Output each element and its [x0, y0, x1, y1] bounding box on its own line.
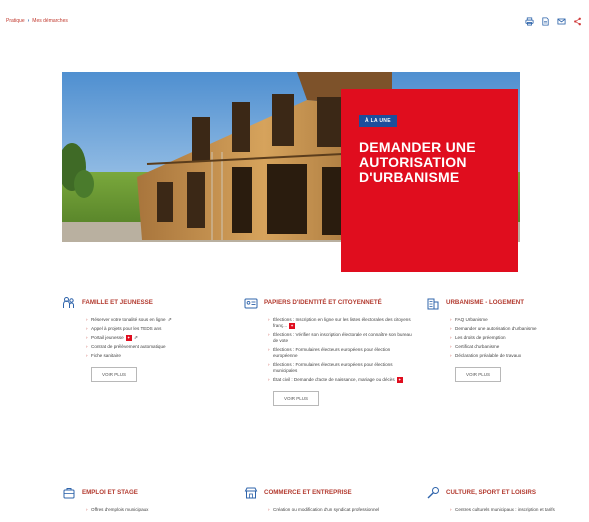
hero-card[interactable]: À LA UNE DEMANDER UNE AUTORISATION D'URB…: [341, 89, 518, 272]
id-card-icon: [244, 296, 258, 310]
new-badge-icon: ✦: [289, 323, 296, 329]
featured-banner[interactable]: À LA UNE DEMANDER UNE AUTORISATION D'URB…: [62, 72, 520, 272]
tile-culture-sport-loisirs: CULTURE, SPORT ET LOISIRS Centres cultur…: [426, 486, 586, 516]
tile-famille-jeunesse: FAMILLE ET JEUNESSE Réserver votre tonal…: [62, 296, 232, 383]
top-bar: Pratique › Mes démarches: [6, 15, 583, 27]
tile-emploi-stage: EMPLOI ET STAGE Offres d'emplois municip…: [62, 486, 232, 516]
mail-icon[interactable]: [556, 16, 567, 27]
breadcrumb-separator-icon: ›: [27, 18, 30, 24]
breadcrumb-home-link[interactable]: Pratique: [6, 18, 25, 24]
external-link-icon: ⇗: [167, 317, 172, 323]
tile-urbanisme-logement: URBANISME - LOGEMENT FAQ Urbanisme Deman…: [426, 296, 586, 382]
family-icon: [62, 296, 76, 310]
tile-link-list: FAQ Urbanisme Demander une autorisation …: [426, 317, 586, 359]
tile-link[interactable]: Appel à projets pour les TEDS ans: [86, 326, 232, 332]
tile-link-list: Offres d'emplois municipaux: [62, 507, 232, 513]
sport-icon: [426, 486, 440, 500]
building-icon: [426, 296, 440, 310]
tile-link[interactable]: Élections : Formulaires électeurs europé…: [268, 362, 414, 374]
tile-link[interactable]: Demander une autorisation d'urbanisme: [450, 326, 586, 332]
tile-link[interactable]: Élections : Vérifier son inscription éle…: [268, 332, 414, 344]
tile-link[interactable]: Contrat de prélèvement automatique: [86, 344, 232, 350]
tile-link[interactable]: Centres culturels municipaux : inscripti…: [450, 507, 586, 513]
print-icon[interactable]: [524, 16, 535, 27]
tile-title: PAPIERS D'IDENTITÉ ET CITOYENNETÉ: [264, 299, 382, 306]
tile-link[interactable]: Certificat d'urbanisme: [450, 344, 586, 350]
shop-icon: [244, 486, 258, 500]
briefcase-icon: [62, 486, 76, 500]
new-badge-icon: ✦: [396, 377, 403, 384]
tile-link[interactable]: État civil : Demande d'acte de naissance…: [268, 377, 414, 383]
tile-link[interactable]: Déclaration préalable de travaux: [450, 353, 586, 359]
tile-title: URBANISME - LOGEMENT: [446, 299, 525, 306]
voir-plus-button[interactable]: VOIR PLUS: [91, 367, 138, 383]
tile-title: EMPLOI ET STAGE: [82, 489, 138, 496]
voir-plus-button[interactable]: VOIR PLUS: [455, 367, 502, 382]
tile-link[interactable]: FAQ Urbanisme: [450, 317, 586, 323]
tile-link[interactable]: Élections : Formulaires électeurs europé…: [268, 347, 414, 359]
breadcrumb-current: Mes démarches: [32, 18, 68, 24]
tile-link[interactable]: Création ou modification d'un syndicat p…: [268, 507, 414, 513]
hero-tag-badge: À LA UNE: [359, 115, 397, 127]
tile-commerce-entreprise: COMMERCE ET ENTREPRISE Création ou modif…: [244, 486, 414, 516]
tile-link[interactable]: Élections : Inscription en ligne sur les…: [268, 317, 414, 329]
tile-link[interactable]: Fiche sanitaire: [86, 353, 232, 359]
tile-link-list: Centres culturels municipaux : inscripti…: [426, 507, 586, 513]
tile-link-list: Création ou modification d'un syndicat p…: [244, 507, 414, 513]
hero-title[interactable]: DEMANDER UNE AUTORISATION D'URBANISME: [359, 140, 500, 185]
tile-link[interactable]: Offres d'emplois municipaux: [86, 507, 232, 513]
pdf-icon[interactable]: [540, 16, 551, 27]
tile-title: CULTURE, SPORT ET LOISIRS: [446, 489, 536, 496]
tile-title: FAMILLE ET JEUNESSE: [82, 299, 153, 306]
external-link-icon: ⇗: [133, 335, 138, 342]
tile-papiers-citoyennete: PAPIERS D'IDENTITÉ ET CITOYENNETÉ Électi…: [244, 296, 414, 407]
share-icon[interactable]: [572, 16, 583, 27]
new-badge-icon: ✦: [125, 335, 132, 341]
voir-plus-button[interactable]: VOIR PLUS: [273, 391, 320, 407]
tile-link[interactable]: Les droits de préemption: [450, 335, 586, 341]
tile-title: COMMERCE ET ENTREPRISE: [264, 489, 352, 496]
tile-link[interactable]: Portail jeunesse✦⇗: [86, 335, 232, 341]
tile-link[interactable]: Réserver votre tonalité sous en ligne⇗: [86, 317, 232, 323]
tile-link-list: Élections : Inscription en ligne sur les…: [244, 317, 414, 383]
page-tools: [524, 15, 583, 27]
tile-link-list: Réserver votre tonalité sous en ligne⇗ A…: [62, 317, 232, 359]
breadcrumb: Pratique › Mes démarches: [6, 15, 68, 27]
